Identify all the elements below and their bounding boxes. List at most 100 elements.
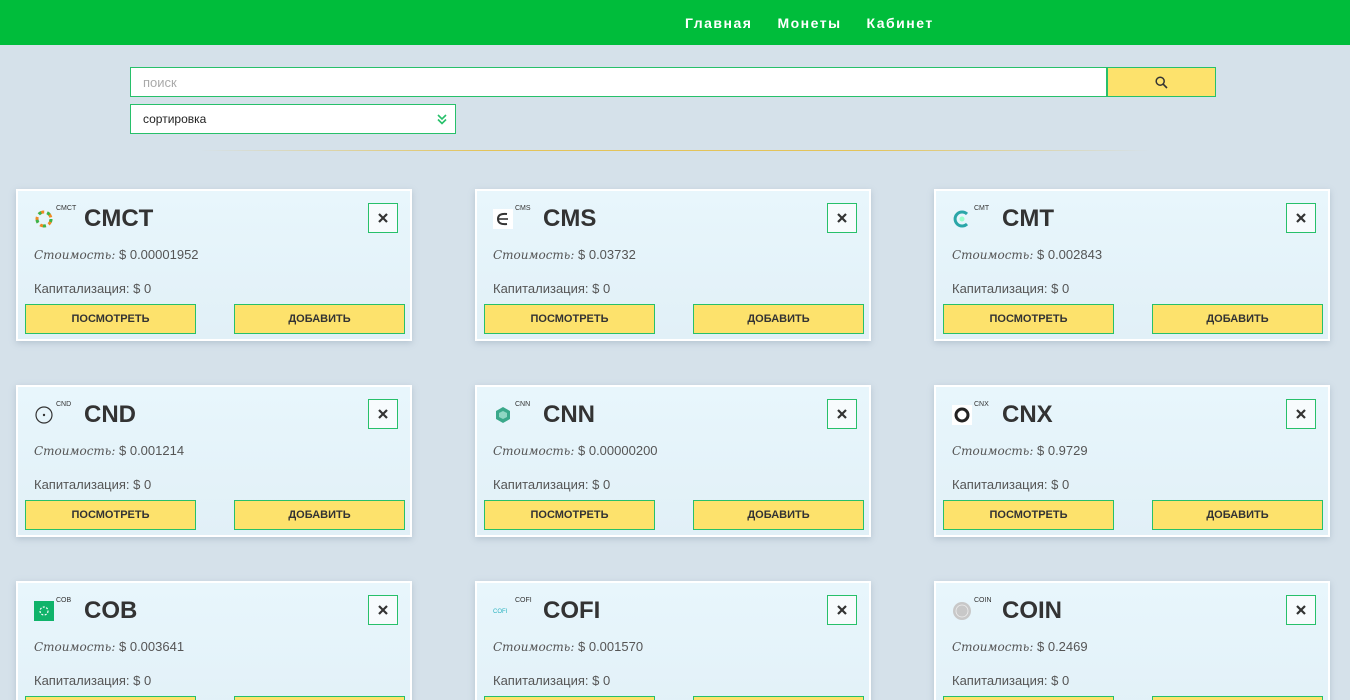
close-icon: [378, 409, 388, 419]
coin-price: Стоимость: $ 0.002843: [952, 247, 1102, 262]
divider-line: [200, 150, 1150, 151]
view-button[interactable]: ПОСМОТРЕТЬ: [943, 500, 1114, 530]
price-value: $ 0.001570: [578, 639, 644, 654]
remove-coin-button[interactable]: [827, 203, 857, 233]
coin-card: CND CND Стоимость: $ 0.001214 Капитализа…: [16, 385, 412, 537]
search-icon: [1155, 75, 1168, 89]
cap-value: $ 0: [1051, 281, 1070, 296]
price-label: Стоимость:: [493, 640, 575, 654]
price-value: $ 0.9729: [1037, 443, 1088, 458]
remove-coin-button[interactable]: [1286, 595, 1316, 625]
sort-select[interactable]: сортировка: [130, 104, 456, 134]
search-button[interactable]: [1107, 67, 1216, 97]
cap-value: $ 0: [133, 477, 152, 492]
coin-card: COIN COIN Стоимость: $ 0.2469 Капитализа…: [934, 581, 1330, 700]
cap-value: $ 0: [1051, 673, 1070, 688]
top-navbar: Главная Монеты Кабинет: [0, 0, 1350, 45]
coin-price: Стоимость: $ 0.001214: [34, 443, 184, 458]
nav-link-cabinet[interactable]: Кабинет: [867, 15, 934, 31]
cap-label: Капитализация:: [493, 673, 589, 688]
remove-coin-button[interactable]: [1286, 399, 1316, 429]
remove-coin-button[interactable]: [1286, 203, 1316, 233]
remove-coin-button[interactable]: [368, 399, 398, 429]
coin-symbol: CND: [84, 401, 136, 428]
coin-capitalization: Капитализация: $ 0: [34, 477, 151, 492]
coin-symbol-small: CND: [56, 401, 72, 408]
coin-price: Стоимость: $ 0.9729: [952, 443, 1088, 458]
add-button[interactable]: ДОБАВИТЬ: [234, 696, 405, 700]
nav-link-coins[interactable]: Монеты: [777, 15, 841, 31]
search-input[interactable]: [130, 67, 1107, 97]
coin-capitalization: Капитализация: $ 0: [952, 281, 1069, 296]
cms-logo-icon: [493, 209, 513, 229]
coin-card: CNX CNX Стоимость: $ 0.9729 Капитализаци…: [934, 385, 1330, 537]
cmct-logo-icon: [34, 209, 54, 229]
coin-price: Стоимость: $ 0.003641: [34, 639, 184, 654]
coin-card: COFI COFI COFI Стоимость: $ 0.001570 Кап…: [475, 581, 871, 700]
cap-label: Капитализация:: [34, 281, 130, 296]
coin-symbol-small: COB: [56, 597, 72, 604]
price-label: Стоимость:: [493, 444, 575, 458]
add-button[interactable]: ДОБАВИТЬ: [693, 304, 864, 334]
coin-card: CMS CMS Стоимость: $ 0.03732 Капитализац…: [475, 189, 871, 341]
coin-price: Стоимость: $ 0.001570: [493, 639, 643, 654]
add-button[interactable]: ДОБАВИТЬ: [1152, 696, 1323, 700]
close-icon: [1296, 409, 1306, 419]
view-button[interactable]: ПОСМОТРЕТЬ: [25, 500, 196, 530]
close-icon: [837, 213, 847, 223]
coin-capitalization: Капитализация: $ 0: [493, 281, 610, 296]
coin-symbol-small: CMS: [515, 205, 531, 212]
view-button[interactable]: ПОСМОТРЕТЬ: [25, 696, 196, 700]
price-value: $ 0.03732: [578, 247, 636, 262]
coin-symbol-small: COIN: [974, 597, 992, 604]
price-value: $ 0.00001952: [119, 247, 199, 262]
cnx-logo-icon: [952, 405, 972, 425]
cap-label: Капитализация:: [493, 477, 589, 492]
view-button[interactable]: ПОСМОТРЕТЬ: [484, 696, 655, 700]
view-button[interactable]: ПОСМОТРЕТЬ: [484, 500, 655, 530]
coin-capitalization: Капитализация: $ 0: [952, 673, 1069, 688]
coin-symbol-small: CMCT: [56, 205, 77, 212]
add-button[interactable]: ДОБАВИТЬ: [693, 696, 864, 700]
close-icon: [1296, 605, 1306, 615]
svg-text:COFI: COFI: [493, 609, 508, 615]
cap-value: $ 0: [133, 673, 152, 688]
add-button[interactable]: ДОБАВИТЬ: [234, 500, 405, 530]
price-label: Стоимость:: [34, 248, 116, 262]
view-button[interactable]: ПОСМОТРЕТЬ: [484, 304, 655, 334]
double-chevron-down-icon: [437, 114, 447, 125]
coin-price: Стоимость: $ 0.00001952: [34, 247, 199, 262]
remove-coin-button[interactable]: [827, 399, 857, 429]
coin-price: Стоимость: $ 0.03732: [493, 247, 636, 262]
remove-coin-button[interactable]: [827, 595, 857, 625]
cap-value: $ 0: [592, 281, 611, 296]
coin-price: Стоимость: $ 0.00000200: [493, 443, 658, 458]
remove-coin-button[interactable]: [368, 595, 398, 625]
cap-label: Капитализация:: [493, 281, 589, 296]
price-value: $ 0.00000200: [578, 443, 658, 458]
price-value: $ 0.003641: [119, 639, 185, 654]
view-button[interactable]: ПОСМОТРЕТЬ: [25, 304, 196, 334]
coin-card: CMCT CMCT Стоимость: $ 0.00001952 Капита…: [16, 189, 412, 341]
coin-card: CMT CMT Стоимость: $ 0.002843 Капитализа…: [934, 189, 1330, 341]
cnn-logo-icon: [493, 405, 513, 425]
cmt-logo-icon: [952, 209, 972, 229]
coin-symbol: CMS: [543, 205, 597, 232]
cap-value: $ 0: [133, 281, 152, 296]
add-button[interactable]: ДОБАВИТЬ: [693, 500, 864, 530]
remove-coin-button[interactable]: [368, 203, 398, 233]
add-button[interactable]: ДОБАВИТЬ: [234, 304, 405, 334]
view-button[interactable]: ПОСМОТРЕТЬ: [943, 696, 1114, 700]
close-icon: [378, 605, 388, 615]
main-nav: Главная Монеты Кабинет: [685, 0, 959, 45]
coin-symbol-small: COFI: [515, 597, 532, 604]
price-value: $ 0.2469: [1037, 639, 1088, 654]
cnd-logo-icon: [34, 405, 54, 425]
view-button[interactable]: ПОСМОТРЕТЬ: [943, 304, 1114, 334]
close-icon: [837, 409, 847, 419]
cap-label: Капитализация:: [34, 477, 130, 492]
nav-link-home[interactable]: Главная: [685, 15, 752, 31]
add-button[interactable]: ДОБАВИТЬ: [1152, 304, 1323, 334]
coin-symbol: CNN: [543, 401, 595, 428]
add-button[interactable]: ДОБАВИТЬ: [1152, 500, 1323, 530]
